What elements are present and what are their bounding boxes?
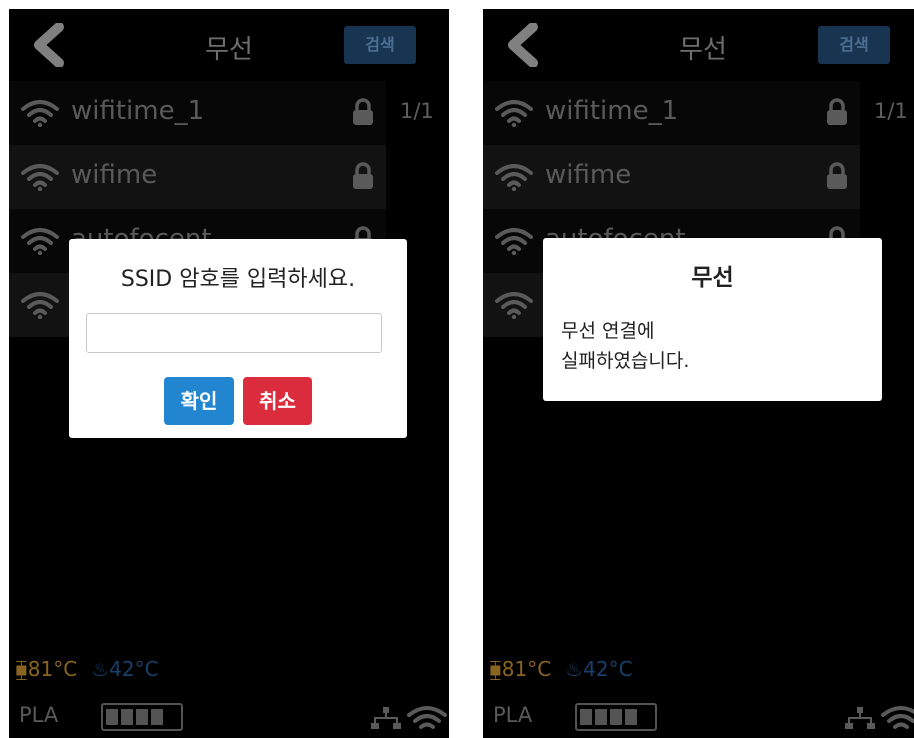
heated-bed-icon: ♨ bbox=[91, 657, 110, 681]
wifi-icon bbox=[21, 100, 59, 127]
fail-dialog-title: 무선 bbox=[691, 265, 734, 291]
bed-temp: ♨42°C bbox=[565, 657, 633, 681]
fail-message-line: 실패하였습니다. bbox=[561, 350, 690, 372]
lock-icon bbox=[827, 98, 847, 125]
wifi-icon bbox=[495, 164, 533, 191]
lock-icon bbox=[827, 162, 847, 189]
heated-bed-icon: ♨ bbox=[565, 657, 584, 681]
wifi-network-item[interactable]: wifime bbox=[483, 145, 860, 209]
cancel-button[interactable]: 취소 bbox=[243, 377, 312, 425]
wifi-icon bbox=[495, 100, 533, 127]
filament-level-indicator bbox=[575, 703, 657, 731]
fail-message-line: 무선 연결에 bbox=[561, 320, 655, 342]
search-button[interactable]: 검색 bbox=[818, 26, 890, 64]
network-status-icons bbox=[845, 706, 914, 729]
connection-failed-dialog: 무선 무선 연결에 실패하였습니다. bbox=[543, 238, 882, 401]
ethernet-icon bbox=[845, 707, 875, 729]
filament-level-indicator bbox=[101, 703, 183, 731]
wifi-ssid: wifitime_1 bbox=[71, 96, 205, 126]
wifi-network-item[interactable]: wifitime_1 bbox=[9, 81, 386, 145]
confirm-button[interactable]: 확인 bbox=[164, 377, 234, 425]
wifi-ssid: wifitime_1 bbox=[545, 96, 679, 126]
search-button[interactable]: 검색 bbox=[344, 26, 416, 64]
temperature-status: ⧯81°C ♨42°C bbox=[489, 657, 633, 681]
wifi-ssid: wifime bbox=[545, 160, 632, 190]
wifi-icon bbox=[21, 292, 59, 319]
wifi-network-item[interactable]: wifitime_1 bbox=[483, 81, 860, 145]
fail-dialog-message: 무선 연결에 실패하였습니다. bbox=[561, 316, 689, 376]
lock-icon bbox=[353, 98, 373, 125]
ethernet-icon bbox=[371, 707, 401, 729]
wifi-icon bbox=[495, 292, 533, 319]
wifi-icon bbox=[495, 228, 533, 255]
temperature-status: ⧯81°C ♨42°C bbox=[15, 657, 159, 681]
nozzle-icon: ⧯ bbox=[489, 657, 502, 681]
password-dialog: SSID 암호를 입력하세요. 확인 취소 bbox=[69, 239, 407, 438]
page-indicator: 1/1 bbox=[874, 99, 908, 123]
wifi-network-item[interactable]: wifime bbox=[9, 145, 386, 209]
wifi-ssid: wifime bbox=[71, 160, 158, 190]
header: 무선 검색 bbox=[9, 9, 449, 81]
wifi-icon bbox=[21, 228, 59, 255]
nozzle-temp: ⧯81°C bbox=[15, 657, 78, 681]
wifi-icon bbox=[21, 164, 59, 191]
bed-temp: ♨42°C bbox=[91, 657, 159, 681]
filament-type: PLA bbox=[19, 703, 59, 727]
nozzle-temp: ⧯81°C bbox=[489, 657, 552, 681]
lock-icon bbox=[353, 162, 373, 189]
password-dialog-title: SSID 암호를 입력하세요. bbox=[120, 267, 356, 292]
password-input[interactable] bbox=[86, 313, 382, 353]
header: 무선 검색 bbox=[483, 9, 914, 81]
nozzle-icon: ⧯ bbox=[15, 657, 28, 681]
wifi-status-icon bbox=[881, 706, 914, 729]
page-indicator: 1/1 bbox=[400, 99, 434, 123]
filament-type: PLA bbox=[493, 703, 533, 727]
network-status-icons bbox=[371, 706, 447, 729]
wifi-status-icon bbox=[407, 706, 447, 729]
